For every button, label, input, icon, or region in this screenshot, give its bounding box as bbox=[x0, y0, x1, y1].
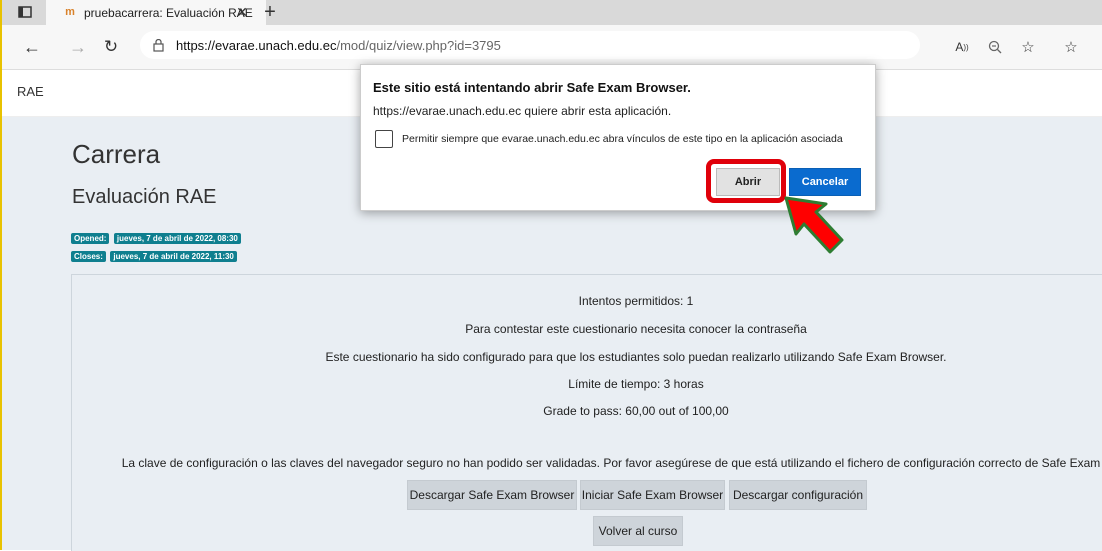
pointer-arrow-icon bbox=[784, 196, 844, 254]
lock-icon[interactable] bbox=[151, 38, 165, 52]
closes-value: jueves, 7 de abril de 2022, 11:30 bbox=[110, 251, 237, 262]
page-heading: Carrera bbox=[72, 139, 161, 169]
launch-seb-button[interactable]: Iniciar Safe Exam Browser bbox=[580, 480, 725, 510]
back-to-course-button[interactable]: Volver al curso bbox=[593, 516, 683, 546]
read-aloud-icon[interactable]: A)) bbox=[952, 37, 972, 57]
zoom-icon[interactable] bbox=[985, 37, 1005, 57]
url-host: https://evarae.unach.edu.ec bbox=[176, 38, 337, 53]
close-tab-icon[interactable]: ✕ bbox=[234, 4, 250, 20]
new-tab-icon[interactable]: + bbox=[260, 1, 280, 23]
info-seb-required: Este cuestionario ha sido configurado pa… bbox=[325, 350, 947, 364]
always-allow-label[interactable]: Permitir siempre que evarae.unach.edu.ec… bbox=[402, 133, 843, 145]
dialog-subtitle: https://evarae.unach.edu.ec quiere abrir… bbox=[373, 104, 672, 118]
opened-dates: Opened: jueves, 7 de abril de 2022, 08:3… bbox=[71, 228, 241, 246]
opened-label: Opened: bbox=[71, 233, 110, 244]
open-button-highlight bbox=[706, 159, 786, 203]
info-grade-to-pass: Grade to pass: 60,00 out of 100,00 bbox=[543, 404, 729, 418]
always-allow-checkbox[interactable] bbox=[375, 130, 393, 148]
favorites-icon[interactable]: ☆ bbox=[1061, 37, 1081, 57]
opened-value: jueves, 7 de abril de 2022, 08:30 bbox=[113, 233, 241, 244]
config-warning: La clave de configuración o las claves d… bbox=[121, 456, 1102, 470]
forward-icon[interactable]: → bbox=[68, 37, 88, 57]
tab-title: pruebacarrera: Evaluación RAE bbox=[84, 6, 253, 20]
closes-label: Closes: bbox=[71, 251, 106, 262]
info-attempts: Intentos permitidos: 1 bbox=[578, 294, 694, 308]
site-brand[interactable]: RAE bbox=[17, 84, 44, 99]
dialog-title: Este sitio está intentando abrir Safe Ex… bbox=[373, 80, 691, 95]
moodle-favicon-icon: m bbox=[65, 6, 75, 18]
info-time-limit: Límite de tiempo: 3 horas bbox=[568, 377, 704, 391]
quiz-title: Evaluación RAE bbox=[72, 186, 217, 208]
reload-icon[interactable]: ↻ bbox=[101, 37, 121, 57]
url-text: https://evarae.unach.edu.ec/mod/quiz/vie… bbox=[176, 38, 501, 53]
add-favorite-icon[interactable]: ☆ bbox=[1018, 37, 1038, 57]
url-path: /mod/quiz/view.php?id=3795 bbox=[336, 38, 501, 53]
info-password: Para contestar este cuestionario necesit… bbox=[465, 322, 807, 336]
back-icon[interactable]: ← bbox=[22, 37, 42, 57]
download-config-button[interactable]: Descargar configuración bbox=[729, 480, 867, 510]
tab-actions-icon[interactable] bbox=[16, 3, 34, 21]
closes-dates: Closes: jueves, 7 de abril de 2022, 11:3… bbox=[71, 246, 237, 264]
download-seb-button[interactable]: Descargar Safe Exam Browser bbox=[407, 480, 577, 510]
